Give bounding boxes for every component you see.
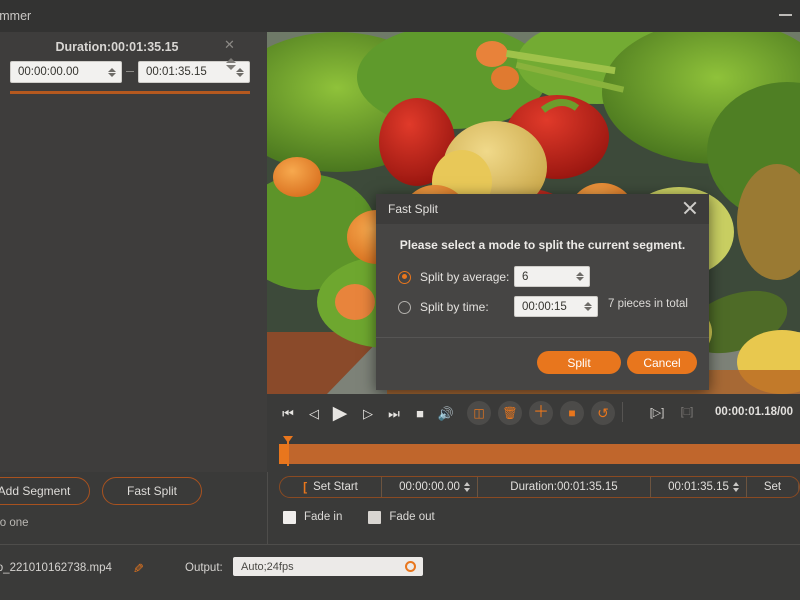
pieces-total-label: 7 pieces in total bbox=[608, 298, 688, 310]
merge-note-label: e into one bbox=[0, 517, 29, 529]
timeline-playhead[interactable] bbox=[283, 436, 293, 466]
set-start-label: Set Start bbox=[313, 481, 358, 493]
next-frame-icon[interactable]: ▷ bbox=[357, 402, 379, 424]
split-by-average-label: Split by average: bbox=[420, 270, 510, 284]
gear-icon[interactable] bbox=[405, 561, 416, 572]
timecode-display: 00:00:01.18/00 bbox=[715, 406, 794, 418]
segment-start-stepper[interactable] bbox=[105, 67, 121, 77]
output-format-field[interactable]: Auto;24fps bbox=[233, 557, 423, 576]
timeline-track[interactable] bbox=[279, 444, 800, 464]
advanced-trimmer-window: ed Trimmer Duration:00:01:35.15 00:00:00… bbox=[0, 0, 800, 600]
crop-icon[interactable]: ■ bbox=[560, 401, 584, 425]
segment-close-icon[interactable]: ✕ bbox=[224, 38, 235, 51]
play-icon[interactable]: ▶ bbox=[329, 402, 351, 424]
minimize-button[interactable] bbox=[779, 14, 792, 16]
set-start-button[interactable]: [ Set Start bbox=[280, 477, 382, 497]
add-segment-button[interactable]: Add Segment bbox=[0, 477, 90, 505]
dialog-title: Fast Split bbox=[388, 202, 439, 216]
status-bar: deo_221010162738.mp4 ✎ Output: Auto;24fp… bbox=[0, 545, 800, 600]
split-time-interval-value: 00:00:15 bbox=[522, 300, 567, 313]
split-average-stepper[interactable] bbox=[573, 272, 589, 281]
fast-split-button[interactable]: Fast Split bbox=[102, 477, 202, 505]
split-time-stepper[interactable] bbox=[581, 302, 597, 311]
radio-split-by-average[interactable] bbox=[398, 270, 411, 284]
delete-icon[interactable]: 🗑 bbox=[498, 401, 522, 425]
segment-reorder-icon[interactable] bbox=[225, 56, 237, 76]
jump-to-end-icon[interactable]: ⏭ bbox=[383, 402, 405, 424]
preview-play-icon[interactable]: [▷] bbox=[645, 401, 669, 423]
segment-start-value: 00:00:00.00 bbox=[18, 66, 79, 78]
split-by-time-label: Split by time: bbox=[420, 300, 489, 314]
split-by-average-option[interactable]: Split by average: bbox=[398, 266, 509, 288]
close-icon[interactable] bbox=[681, 199, 699, 217]
output-format-value: Auto;24fps bbox=[241, 560, 294, 573]
snapshot-icon[interactable]: [□] bbox=[675, 401, 699, 423]
fade-out-checkbox[interactable] bbox=[368, 510, 382, 524]
reset-icon[interactable]: ↺ bbox=[591, 401, 615, 425]
split-icon[interactable]: ◫ bbox=[467, 401, 491, 425]
trim-end-input[interactable]: 00:01:35.15 bbox=[651, 477, 747, 497]
add-icon[interactable]: ＋ bbox=[529, 401, 553, 425]
jump-to-start-icon[interactable]: ⏮ bbox=[277, 402, 299, 424]
fade-out-label: Fade out bbox=[389, 511, 435, 523]
pencil-icon[interactable]: ✎ bbox=[133, 561, 144, 577]
fade-options-row: Fade in Fade out bbox=[283, 508, 461, 526]
dialog-prompt: Please select a mode to split the curren… bbox=[399, 238, 686, 252]
split-button[interactable]: Split bbox=[537, 351, 621, 374]
start-bracket-icon: [ bbox=[303, 480, 308, 494]
trim-end-stepper[interactable] bbox=[733, 482, 739, 492]
segment-end-value: 00:01:35.15 bbox=[146, 66, 207, 78]
previous-frame-icon[interactable]: ◁ bbox=[303, 402, 325, 424]
split-average-count-input[interactable]: 6 bbox=[514, 266, 590, 287]
segment-card[interactable]: Duration:00:01:35.15 00:00:00.00 00:01:3… bbox=[0, 32, 256, 96]
output-label: Output: bbox=[185, 562, 223, 574]
radio-split-by-time[interactable] bbox=[398, 300, 411, 314]
filename-label: deo_221010162738.mp4 bbox=[0, 562, 112, 574]
trim-start-stepper[interactable] bbox=[464, 482, 470, 492]
timeline[interactable] bbox=[267, 436, 800, 468]
toolbar-divider bbox=[622, 402, 623, 422]
left-action-bar: Add Segment Fast Split e into one bbox=[0, 472, 267, 534]
stop-icon[interactable]: ■ bbox=[409, 402, 431, 424]
split-time-interval-input[interactable]: 00:00:15 bbox=[514, 296, 598, 317]
segment-list-panel: Duration:00:01:35.15 00:00:00.00 00:01:3… bbox=[0, 32, 267, 472]
segment-duration-label: Duration:00:01:35.15 bbox=[55, 40, 179, 54]
trim-start-value: 00:00:00.00 bbox=[399, 481, 460, 493]
panel-vertical-divider bbox=[267, 472, 268, 544]
trim-range-bar: [ Set Start 00:00:00.00 Duration:00:01:3… bbox=[279, 476, 800, 498]
cancel-button[interactable]: Cancel bbox=[627, 351, 697, 374]
split-by-time-option[interactable]: Split by time: bbox=[398, 296, 489, 318]
dialog-divider bbox=[376, 337, 709, 338]
playback-toolbar: ⏮ ◁ ▶ ▷ ⏭ ■ 🔊 ◫ 🗑 ＋ ■ ↺ [▷] [□] 00:00:01… bbox=[267, 394, 800, 432]
window-title: ed Trimmer bbox=[0, 9, 32, 23]
window-titlebar: ed Trimmer bbox=[0, 0, 800, 32]
fade-in-label: Fade in bbox=[304, 511, 343, 523]
volume-icon[interactable]: 🔊 bbox=[435, 402, 457, 424]
trim-end-value: 00:01:35.15 bbox=[668, 481, 729, 493]
fast-split-dialog: Fast Split Please select a mode to split… bbox=[376, 194, 709, 390]
segment-progress-bar bbox=[10, 91, 250, 94]
fade-in-checkbox[interactable] bbox=[283, 510, 296, 524]
split-average-count-value: 6 bbox=[522, 270, 529, 283]
dialog-titlebar: Fast Split bbox=[376, 194, 709, 224]
trim-duration-label: Duration:00:01:35.15 bbox=[478, 477, 651, 497]
trim-start-input[interactable]: 00:00:00.00 bbox=[382, 477, 478, 497]
segment-start-input[interactable]: 00:00:00.00 bbox=[10, 61, 122, 83]
range-dash bbox=[126, 71, 134, 72]
set-end-button[interactable]: Set bbox=[747, 477, 799, 497]
video-preview[interactable]: Fast Split Please select a mode to split… bbox=[267, 32, 800, 394]
